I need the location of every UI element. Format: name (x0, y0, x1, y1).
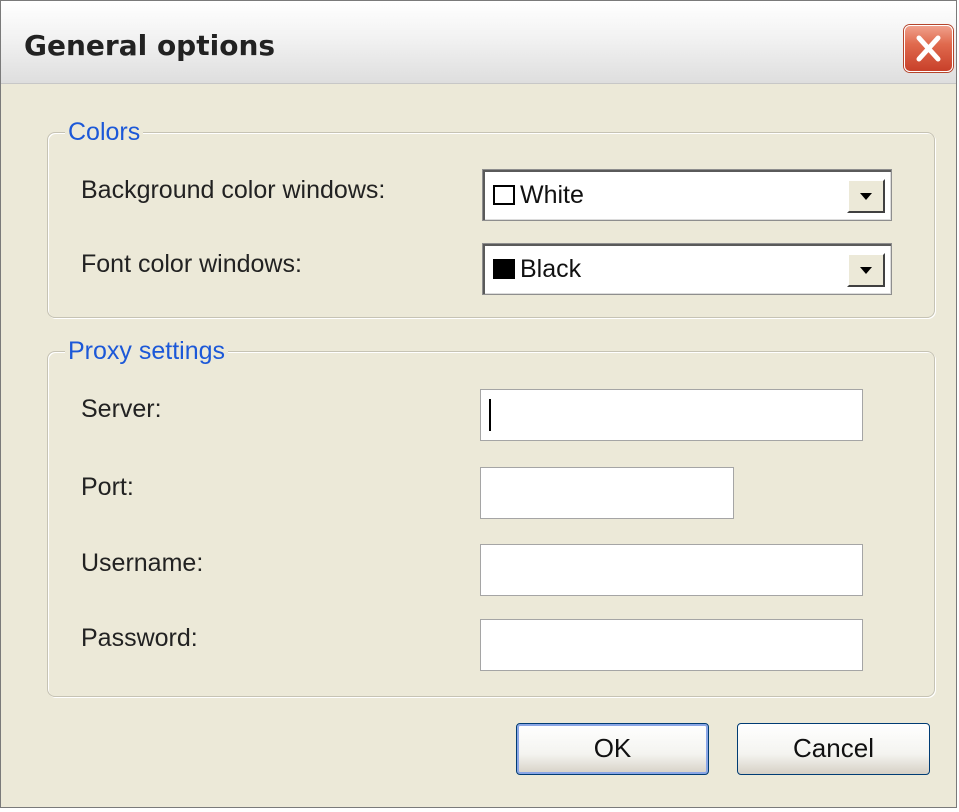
font-color-dropdown[interactable]: Black (482, 243, 892, 295)
background-color-dropdown[interactable]: White (482, 169, 892, 221)
background-color-value: White (520, 181, 584, 209)
title-bar[interactable]: General options (1, 1, 956, 84)
font-color-swatch (493, 259, 515, 279)
port-label: Port: (81, 473, 134, 501)
username-input[interactable] (480, 544, 863, 596)
username-label: Username: (81, 549, 204, 577)
font-color-dropdown-button[interactable] (847, 253, 885, 287)
background-color-label: Background color windows: (81, 176, 386, 204)
chevron-down-icon (860, 193, 872, 200)
proxy-settings-group-legend: Proxy settings (65, 336, 229, 366)
background-color-dropdown-button[interactable] (847, 179, 885, 213)
server-label: Server: (81, 395, 162, 423)
cancel-button[interactable]: Cancel (737, 723, 930, 775)
chevron-down-icon (860, 267, 872, 274)
window-title: General options (24, 29, 276, 62)
server-input[interactable] (480, 389, 863, 441)
text-caret (489, 399, 491, 431)
close-button[interactable] (904, 25, 953, 72)
password-input[interactable] (480, 619, 863, 671)
background-color-swatch (493, 185, 515, 205)
close-icon (916, 35, 941, 62)
password-label: Password: (81, 624, 198, 652)
font-color-label: Font color windows: (81, 250, 302, 278)
font-color-value: Black (520, 255, 582, 283)
general-options-dialog: General options Colors Background color … (0, 0, 957, 808)
port-input[interactable] (480, 467, 734, 519)
ok-button[interactable]: OK (516, 723, 709, 775)
colors-group-legend: Colors (65, 117, 144, 147)
